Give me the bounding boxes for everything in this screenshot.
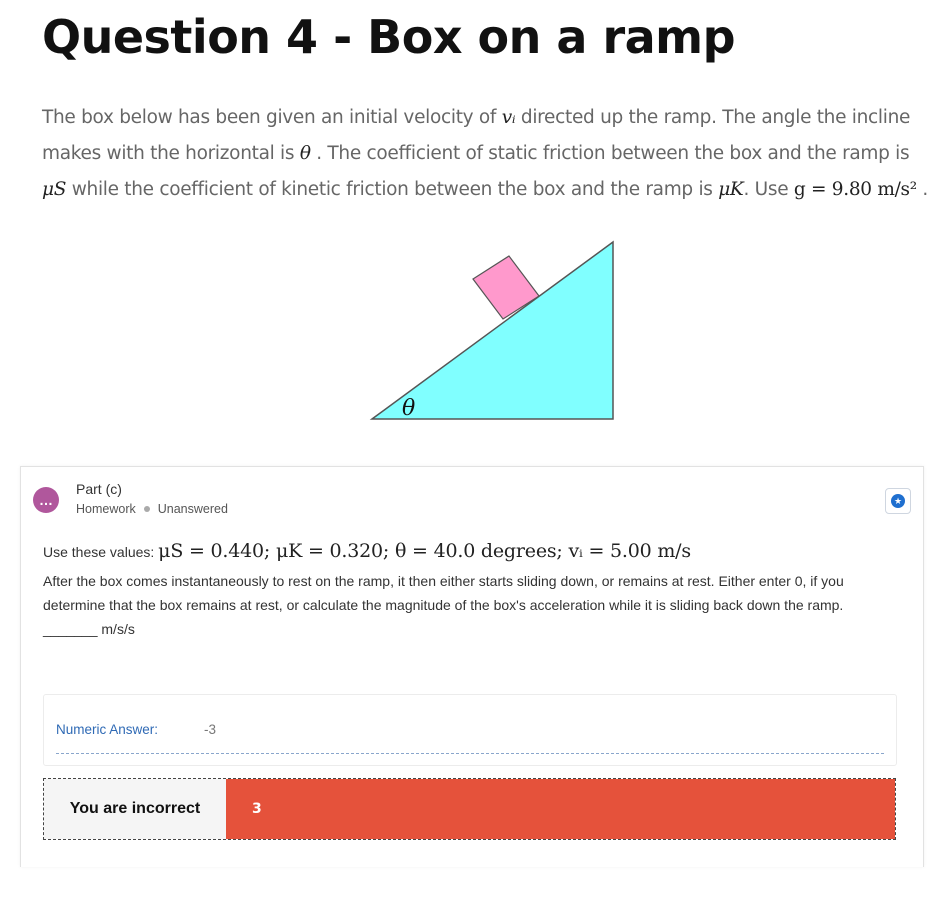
question-text-block: After the box comes instantaneously to r… [43, 569, 903, 641]
answer-unit-line: _______ m/s/s [43, 621, 135, 637]
page-title: Question 4 - Box on a ramp [42, 10, 736, 64]
gravity-equation: g = 9.80 m/s² [793, 179, 917, 200]
part-type: Homework [76, 502, 136, 516]
given-values: Use these values: μS = 0.440; μK = 0.320… [43, 540, 691, 562]
part-meta: Homework Unanswered [76, 502, 228, 516]
intro-text-3: . The coefficient of static friction bet… [310, 143, 910, 164]
separator-dot-icon [143, 505, 150, 512]
feedback-panel: You are incorrect 3 [43, 778, 896, 840]
question-part-card: … Part (c) Homework Unanswered ★ Use thes… [20, 466, 924, 867]
answer-box: Numeric Answer: [43, 694, 897, 766]
intro-text-5: . Use [743, 179, 794, 200]
numeric-answer-label: Numeric Answer: [56, 722, 159, 737]
mu-s-symbol: μS [42, 179, 67, 200]
intro-text-4: while the coefficient of kinetic frictio… [66, 179, 719, 200]
more-options-icon[interactable]: … [33, 487, 59, 513]
numeric-answer-input[interactable] [204, 722, 304, 737]
submitted-answer: 3 [226, 779, 895, 839]
part-status: Unanswered [157, 502, 228, 516]
values-prefix: Use these values: [43, 544, 159, 560]
intro-text-1: The box below has been given an initial … [42, 107, 502, 128]
mu-k-symbol: μK [718, 179, 744, 200]
bookmark-button[interactable]: ★ [885, 488, 911, 514]
angle-label: θ [402, 396, 415, 421]
question-text: After the box comes instantaneously to r… [43, 573, 844, 613]
answer-underline [56, 753, 884, 754]
feedback-label: You are incorrect [44, 779, 226, 839]
initial-velocity-symbol: vᵢ [501, 107, 516, 128]
intro-text-6: . [916, 179, 928, 200]
theta-symbol: θ [299, 143, 311, 164]
values-equation: μS = 0.440; μK = 0.320; θ = 40.0 degrees… [158, 540, 691, 562]
part-title: Part (c) [76, 481, 122, 497]
star-icon: ★ [891, 494, 905, 508]
problem-statement: The box below has been given an initial … [42, 100, 937, 208]
ramp-diagram: θ [369, 240, 614, 421]
